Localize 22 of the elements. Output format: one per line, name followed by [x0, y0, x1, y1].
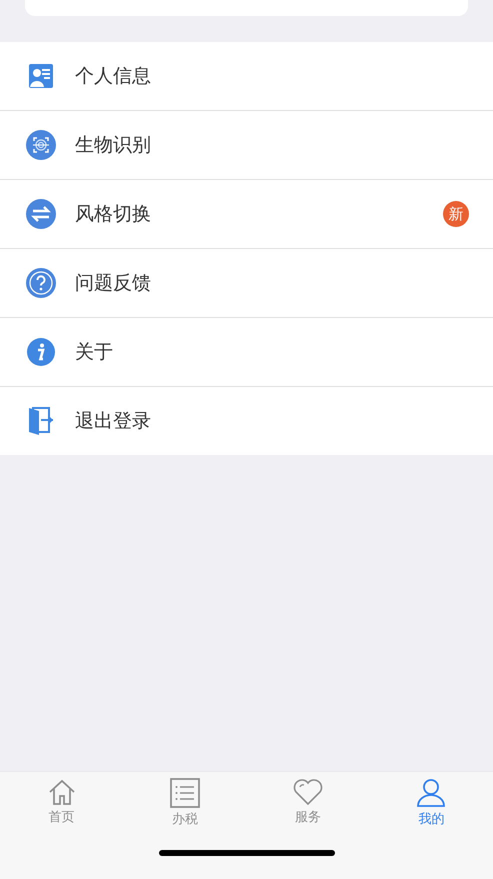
help-icon	[25, 267, 57, 299]
heart-icon	[292, 778, 324, 806]
menu-item[interactable]: 关于	[0, 317, 493, 386]
list-icon	[170, 778, 200, 808]
new-badge: 新	[443, 201, 469, 227]
menu-label: 个人信息	[75, 64, 152, 89]
menu-item[interactable]: 退出登录	[0, 386, 493, 455]
tab-item[interactable]: 我的	[370, 778, 493, 828]
swap-arrows-icon	[25, 198, 57, 230]
menu-item[interactable]: 生物识别	[0, 110, 493, 179]
menu-label: 退出登录	[75, 409, 152, 434]
menu-item[interactable]: 个人信息	[0, 42, 493, 110]
menu-label: 风格切换	[75, 202, 152, 227]
user-icon	[416, 778, 446, 808]
menu-label: 关于	[75, 340, 114, 365]
menu-label: 生物识别	[75, 133, 152, 158]
menu-item[interactable]: 问题反馈	[0, 248, 493, 317]
home-icon	[48, 778, 76, 806]
menu-label: 问题反馈	[75, 271, 152, 296]
info-icon	[25, 337, 57, 367]
menu-item[interactable]: 风格切换 新	[0, 179, 493, 248]
fingerprint-icon	[25, 129, 57, 161]
